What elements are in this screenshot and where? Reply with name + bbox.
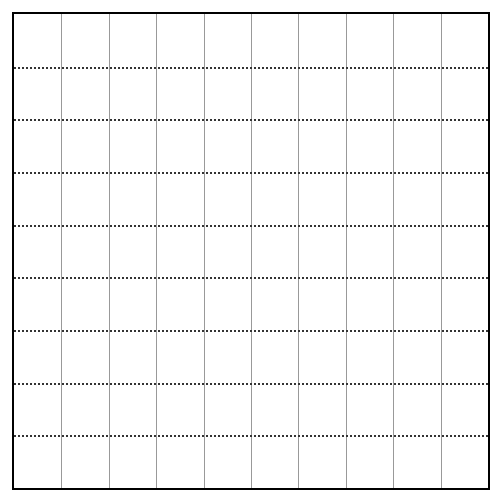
grid-vertical-line <box>441 14 442 488</box>
grid-horizontal-line <box>14 383 488 385</box>
grid-horizontal-line <box>14 172 488 174</box>
grid-horizontal-line <box>14 119 488 121</box>
grid-vertical-line <box>109 14 110 488</box>
grid-vertical-line <box>204 14 205 488</box>
grid-horizontal-line <box>14 277 488 279</box>
grid-horizontal-line <box>14 225 488 227</box>
grid-vertical-line <box>61 14 62 488</box>
grid-horizontal-line <box>14 67 488 69</box>
grid-horizontal-line <box>14 330 488 332</box>
grid-vertical-line <box>156 14 157 488</box>
grid-vertical-line <box>393 14 394 488</box>
grid-horizontal-line <box>14 435 488 437</box>
grid-paper <box>12 12 490 490</box>
grid-vertical-line <box>298 14 299 488</box>
grid-vertical-line <box>251 14 252 488</box>
grid-vertical-line <box>346 14 347 488</box>
